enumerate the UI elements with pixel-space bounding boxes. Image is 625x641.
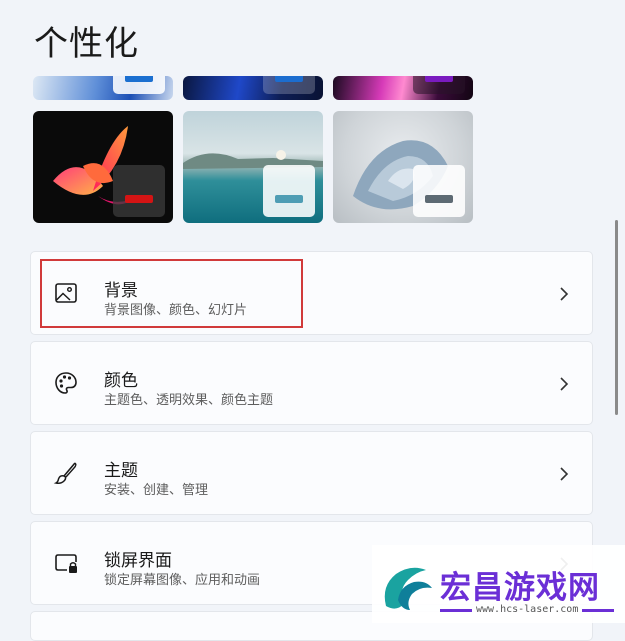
theme-tile-captured-motion[interactable] <box>33 111 173 223</box>
card-subtitle: 主题色、透明效果、颜色主题 <box>104 393 274 408</box>
theme-tile-lake-sunrise[interactable] <box>183 111 323 223</box>
card-title: 主题 <box>104 461 138 481</box>
scrollbar-thumb[interactable] <box>615 220 618 415</box>
card-title: 颜色 <box>104 371 138 391</box>
watermark-line-left <box>440 609 472 612</box>
accent-swatch <box>275 195 303 203</box>
watermark-line-right <box>582 609 614 612</box>
accent-swatch <box>125 76 153 82</box>
settings-card-themes[interactable]: 主题 安装、创建、管理 <box>30 431 593 515</box>
highlight-annotation <box>40 259 303 328</box>
theme-tile-bloom-blue[interactable] <box>183 76 323 100</box>
accent-swatch <box>125 195 153 203</box>
theme-tile-glow-blue[interactable] <box>33 76 173 100</box>
chevron-right-icon <box>560 287 569 301</box>
watermark-text: 宏昌游戏网 <box>440 570 600 606</box>
card-subtitle: 安装、创建、管理 <box>104 483 209 498</box>
brush-icon <box>53 462 77 484</box>
accent-swatch <box>275 76 303 82</box>
watermark-url: www.hcs-laser.com <box>476 604 579 615</box>
card-title: 锁屏界面 <box>104 551 172 571</box>
card-subtitle: 锁定屏幕图像、应用和动画 <box>104 573 261 588</box>
theme-tile-glow-purple[interactable] <box>333 76 473 100</box>
dragon-logo-icon <box>384 567 432 610</box>
chevron-right-icon <box>560 377 569 391</box>
palette-icon <box>55 372 77 394</box>
chevron-right-icon <box>560 467 569 481</box>
accent-swatch <box>425 76 453 82</box>
theme-tile-flow-gray[interactable] <box>333 111 473 223</box>
lock-screen-icon <box>55 554 77 573</box>
settings-card-colors[interactable]: 颜色 主题色、透明效果、颜色主题 <box>30 341 593 425</box>
accent-swatch <box>425 195 453 203</box>
page-title: 个性化 <box>34 24 139 64</box>
